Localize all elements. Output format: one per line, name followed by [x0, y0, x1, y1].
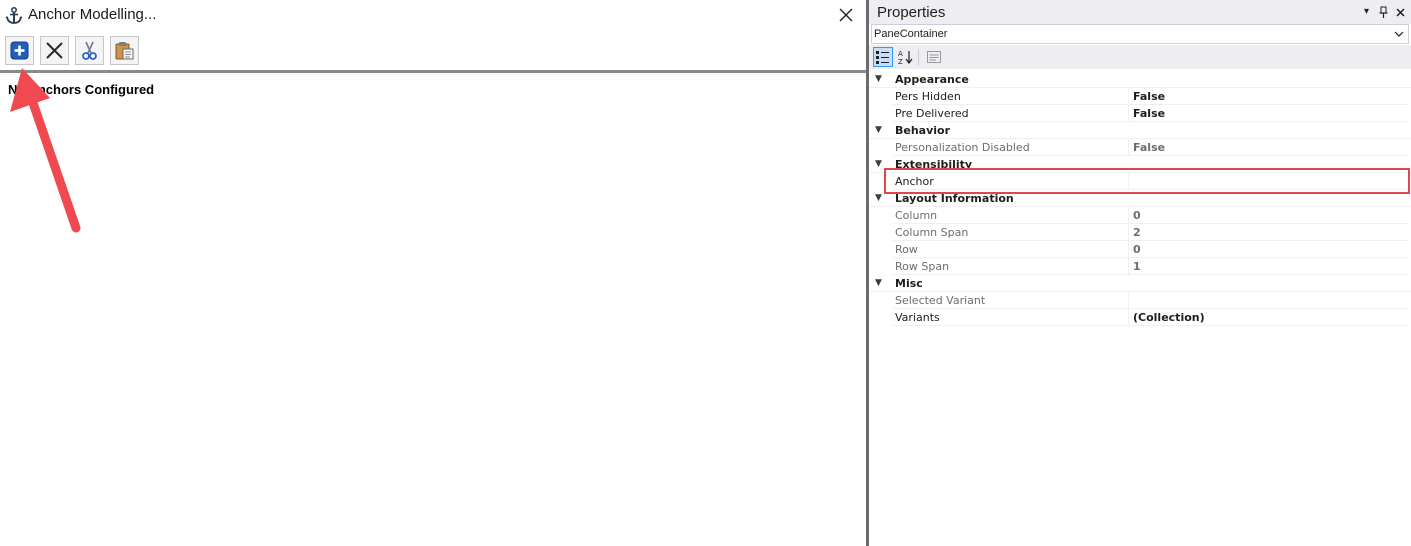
- property-grid: ▼ Appearance Pers Hidden False Pre Deliv…: [869, 71, 1411, 326]
- selected-object-name: PaneContainer: [874, 28, 948, 40]
- object-selector-dropdown[interactable]: PaneContainer: [871, 24, 1409, 44]
- category-label: Extensibility: [895, 158, 973, 171]
- category-appearance[interactable]: ▼ Appearance: [869, 71, 1411, 88]
- close-dialog-button[interactable]: [836, 4, 856, 26]
- property-row-row[interactable]: Row 0: [869, 241, 1411, 258]
- categorized-view-button[interactable]: [873, 47, 893, 67]
- clipboard-paste-icon: [115, 42, 134, 60]
- property-name: Row Span: [893, 258, 1129, 275]
- category-label: Misc: [895, 277, 923, 290]
- alphabetical-view-button[interactable]: A Z: [895, 47, 915, 67]
- chevron-down-icon: [1394, 31, 1404, 37]
- property-value[interactable]: 0: [1129, 241, 1409, 258]
- properties-title: Properties: [877, 4, 946, 21]
- toolbar-separator: [918, 49, 919, 65]
- property-name: Row: [893, 241, 1129, 258]
- anchor-modelling-dialog: Anchor Modelling... No Anchors Configure…: [0, 0, 866, 546]
- property-row-column[interactable]: Column 0: [869, 207, 1411, 224]
- dialog-titlebar: Anchor Modelling...: [0, 0, 866, 32]
- category-label: Layout Information: [895, 192, 1014, 205]
- property-value[interactable]: (Collection): [1129, 309, 1409, 326]
- category-layout-information[interactable]: ▼ Layout Information: [869, 190, 1411, 207]
- property-name: Variants: [893, 309, 1129, 326]
- delete-anchor-button[interactable]: [40, 36, 69, 65]
- category-misc[interactable]: ▼ Misc: [869, 275, 1411, 292]
- property-value[interactable]: False: [1129, 105, 1409, 122]
- add-anchor-icon: [10, 41, 29, 60]
- svg-text:Z: Z: [898, 58, 903, 65]
- property-name: Selected Variant: [893, 292, 1129, 309]
- scissors-icon: [82, 41, 97, 60]
- property-value[interactable]: 1: [1129, 258, 1409, 275]
- category-label: Behavior: [895, 124, 951, 137]
- property-name: Pre Delivered: [893, 105, 1129, 122]
- category-label: Appearance: [895, 73, 969, 86]
- collapse-chevron-icon[interactable]: ▼: [875, 275, 887, 292]
- paste-button[interactable]: [110, 36, 139, 65]
- property-value[interactable]: [1129, 292, 1409, 309]
- anchor-app-icon: [4, 6, 24, 26]
- collapse-chevron-icon[interactable]: ▼: [875, 190, 887, 207]
- property-value[interactable]: 0: [1129, 207, 1409, 224]
- delete-x-icon: [46, 42, 63, 59]
- property-pages-icon: [927, 51, 941, 63]
- categorized-icon: [876, 51, 889, 64]
- property-row-row-span[interactable]: Row Span 1: [869, 258, 1411, 275]
- property-value[interactable]: 2: [1129, 224, 1409, 241]
- properties-toolbar: A Z: [869, 45, 1411, 69]
- cut-button[interactable]: [75, 36, 104, 65]
- pin-icon[interactable]: [1377, 5, 1390, 19]
- property-name: Anchor: [893, 173, 1129, 190]
- anchor-value-field[interactable]: [1129, 173, 1409, 190]
- property-name: Column Span: [893, 224, 1129, 241]
- window-position-dropdown-icon[interactable]: ▾: [1360, 5, 1373, 19]
- property-row-pre-delivered[interactable]: Pre Delivered False: [869, 105, 1411, 122]
- collapse-chevron-icon[interactable]: ▼: [875, 71, 887, 88]
- property-value[interactable]: False: [1129, 139, 1409, 156]
- property-name: Personalization Disabled: [893, 139, 1129, 156]
- properties-header: Properties ▾: [869, 0, 1411, 24]
- toolbar-divider: [0, 70, 866, 73]
- no-anchors-message: No Anchors Configured: [8, 82, 155, 97]
- close-pane-icon[interactable]: [1394, 5, 1407, 19]
- property-row-personalization-disabled[interactable]: Personalization Disabled False: [869, 139, 1411, 156]
- property-row-anchor[interactable]: Anchor: [869, 173, 1411, 190]
- properties-pane: Properties ▾ PaneContainer A Z ▼ Appeara…: [869, 0, 1411, 546]
- close-icon: [839, 8, 853, 22]
- property-pages-button[interactable]: [924, 47, 944, 67]
- dialog-title: Anchor Modelling...: [28, 6, 157, 23]
- collapse-chevron-icon[interactable]: ▼: [875, 122, 887, 139]
- property-name: Pers Hidden: [893, 88, 1129, 105]
- add-anchor-button[interactable]: [5, 36, 34, 65]
- sort-alphabetical-icon: A Z: [898, 50, 913, 65]
- svg-text:A: A: [898, 50, 903, 58]
- property-value[interactable]: False: [1129, 88, 1409, 105]
- property-row-pers-hidden[interactable]: Pers Hidden False: [869, 88, 1411, 105]
- property-row-variants[interactable]: Variants (Collection): [869, 309, 1411, 326]
- category-behavior[interactable]: ▼ Behavior: [869, 122, 1411, 139]
- property-row-selected-variant[interactable]: Selected Variant: [869, 292, 1411, 309]
- collapse-chevron-icon[interactable]: ▼: [875, 156, 887, 173]
- property-name: Column: [893, 207, 1129, 224]
- category-extensibility[interactable]: ▼ Extensibility: [869, 156, 1411, 173]
- property-row-column-span[interactable]: Column Span 2: [869, 224, 1411, 241]
- anchor-toolbar: [0, 36, 866, 66]
